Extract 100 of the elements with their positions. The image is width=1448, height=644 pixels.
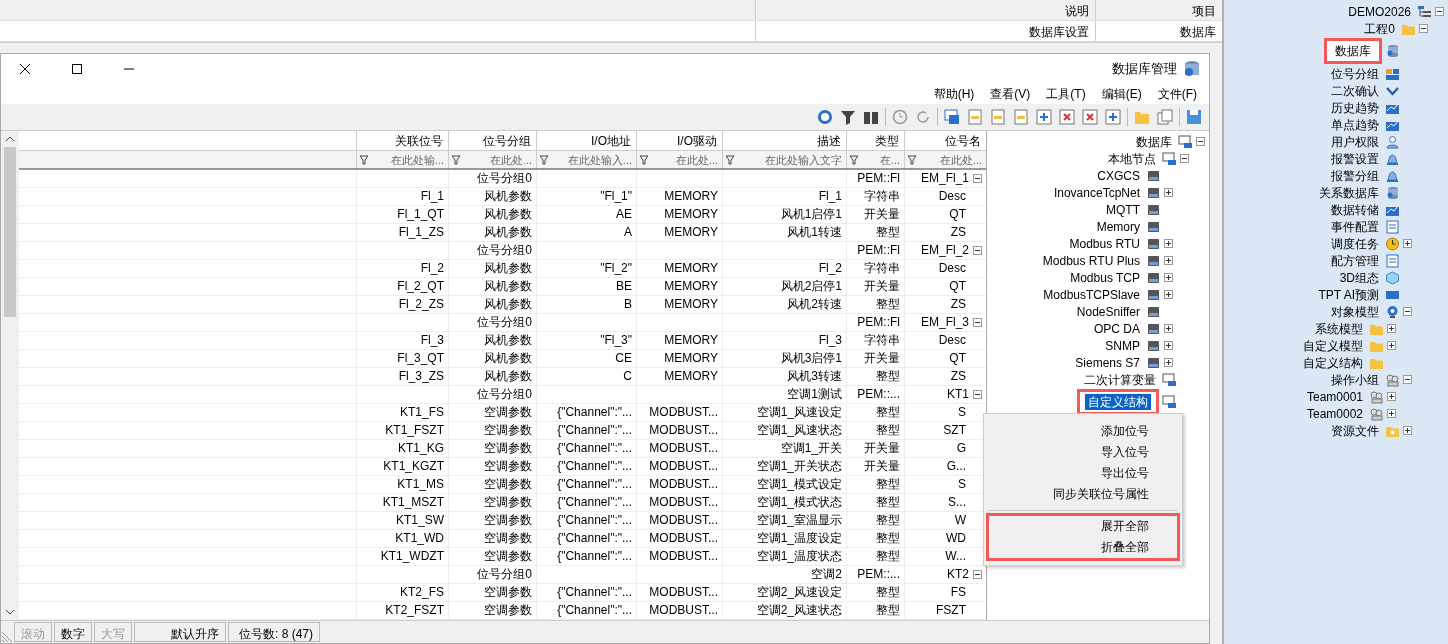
tree-item[interactable]: ModbusTCPSlave [1040,286,1143,303]
tree-item[interactable]: 资源文件 [1328,422,1382,439]
expand-toggle[interactable] [1387,324,1396,333]
tree-item[interactable]: 对象模型 [1328,303,1382,320]
tree-item[interactable]: 历史趋势 [1328,99,1382,116]
expand-toggle[interactable] [1419,24,1428,33]
tree-item[interactable]: 自定义结构 [1085,394,1151,410]
filter-icon[interactable] [639,154,649,165]
expand-toggle[interactable] [1164,290,1173,299]
tree-item[interactable]: 数据库 [1332,43,1374,59]
tree-item[interactable]: 报警设置 [1328,150,1382,167]
menu-item[interactable]: 文件(F) [1157,86,1197,102]
tree-item[interactable]: 自定义结构 [1300,354,1366,371]
tree-item[interactable]: TPT AI预测 [1315,286,1382,303]
expand-toggle[interactable] [1164,256,1173,265]
expand-toggle[interactable] [1164,188,1173,197]
tree-item[interactable]: 自定义模型 [1300,337,1366,354]
collapse-toggle[interactable] [973,318,982,327]
expand-toggle[interactable] [1164,341,1173,350]
tree-item[interactable]: 用户权限 [1328,133,1382,150]
maximize-icon[interactable] [71,63,83,75]
filter-icon[interactable] [539,154,549,165]
tree-item[interactable]: CXGCS [1094,167,1143,184]
expand-toggle[interactable] [1403,239,1412,248]
menu-item[interactable]: 导入位号 [989,442,1177,463]
menu-item[interactable]: 帮助(H) [933,86,975,102]
expand-toggle[interactable] [1196,137,1205,146]
tree-item[interactable]: 调度任务 [1328,235,1382,252]
tree-item[interactable]: OPC DA [1091,320,1143,337]
tree-item[interactable]: 系统模型 [1312,320,1366,337]
tree-item[interactable]: 报警分组 [1328,167,1382,184]
menu-item[interactable]: 查看(V) [990,86,1031,102]
tree-item[interactable]: 位号分组 [1328,65,1382,82]
filter-icon[interactable] [359,154,369,165]
collapse-toggle[interactable] [973,390,982,399]
tree-item[interactable]: Team0001 [1303,388,1366,405]
expand-toggle[interactable] [1387,409,1396,418]
column-header[interactable]: I/O驱动 [636,131,722,150]
filter-field[interactable]: 在此处输入文字 [737,153,844,166]
tree-item[interactable]: 关系数据库 [1316,184,1382,201]
tree-item[interactable]: 单点趋势 [1328,116,1382,133]
tree-item[interactable]: Memory [1093,218,1143,235]
filter-field[interactable]: 在此处输入... [551,153,634,166]
expand-toggle[interactable] [1164,273,1173,282]
filter-icon[interactable] [725,154,735,165]
tree-item[interactable]: 事件配置 [1328,218,1382,235]
expand-toggle[interactable] [1164,358,1173,367]
close-icon[interactable] [19,63,31,75]
filter-icon[interactable] [907,154,917,165]
tree-item[interactable]: 操作小组 [1328,371,1382,388]
tree-item[interactable]: 本地节点 [1105,150,1159,167]
tree-item[interactable]: 3D组态 [1336,269,1382,286]
expand-toggle[interactable] [1164,239,1173,248]
scroll-thumb[interactable] [4,147,16,317]
expand-toggle[interactable] [1403,375,1412,384]
filter-icon[interactable] [849,154,859,165]
filter-field[interactable]: 在... [861,153,902,166]
tree-item[interactable]: 数据库 [1133,133,1175,150]
copy-icon[interactable] [1156,108,1174,126]
tree-item[interactable]: 二次确认 [1328,82,1382,99]
collapse-toggle[interactable] [973,570,982,579]
tree-item[interactable]: 配方管理 [1328,252,1382,269]
tree-item[interactable]: Siemens S7 [1072,354,1143,371]
expand-toggle[interactable] [1435,7,1444,16]
tree-item[interactable]: MQTT [1103,201,1143,218]
filter-icon[interactable] [839,108,857,126]
menu-item[interactable]: 导出位号 [989,463,1177,484]
menu-item[interactable]: 编辑(E) [1101,86,1142,102]
expand-toggle[interactable] [1387,341,1396,350]
filter-field[interactable]: 在此处... [651,153,720,166]
expand-toggle[interactable] [1403,307,1412,316]
column-header[interactable]: 关联位号 [356,131,448,150]
menu-item[interactable]: 折叠全部 [989,537,1177,558]
scrollbar[interactable] [1,131,19,620]
delete-icon[interactable] [1081,108,1099,126]
menu-item[interactable]: 同步关联位号属性 [989,484,1177,505]
expand-toggle[interactable] [1180,154,1189,163]
tree-item[interactable]: 二次计算变量 [1081,371,1159,388]
window-icon[interactable] [943,108,961,126]
tree-item[interactable]: 工程0 [1361,20,1398,37]
tree-item[interactable]: DEMO2026 [1345,3,1414,20]
tree-item[interactable]: Modbus TCP [1067,269,1143,286]
expand-toggle[interactable] [1403,426,1412,435]
menu-item[interactable]: 工具(T) [1046,86,1086,102]
filter-field[interactable]: 在此处... [463,153,534,166]
collapse-toggle[interactable] [973,246,982,255]
filter-field[interactable]: 在此处... [919,153,984,166]
add-icon[interactable] [1104,108,1122,126]
scroll-up-icon[interactable] [5,135,15,143]
tree-item[interactable]: NodeSniffer [1073,303,1143,320]
resize-grip-icon[interactable] [1,631,13,643]
tree-item[interactable]: Modbus RTU Plus [1039,252,1143,269]
add-icon[interactable] [1035,108,1053,126]
filter-icon[interactable] [451,154,461,165]
tree-item[interactable]: InovanceTcpNet [1050,184,1143,201]
tree-item[interactable]: SNMP [1102,337,1143,354]
menu-item[interactable]: 展开全部 [989,516,1177,537]
scroll-down-icon[interactable] [5,608,15,616]
column-header[interactable]: 位号名 [904,131,986,150]
menu-item[interactable]: 添加位号 [989,421,1177,442]
